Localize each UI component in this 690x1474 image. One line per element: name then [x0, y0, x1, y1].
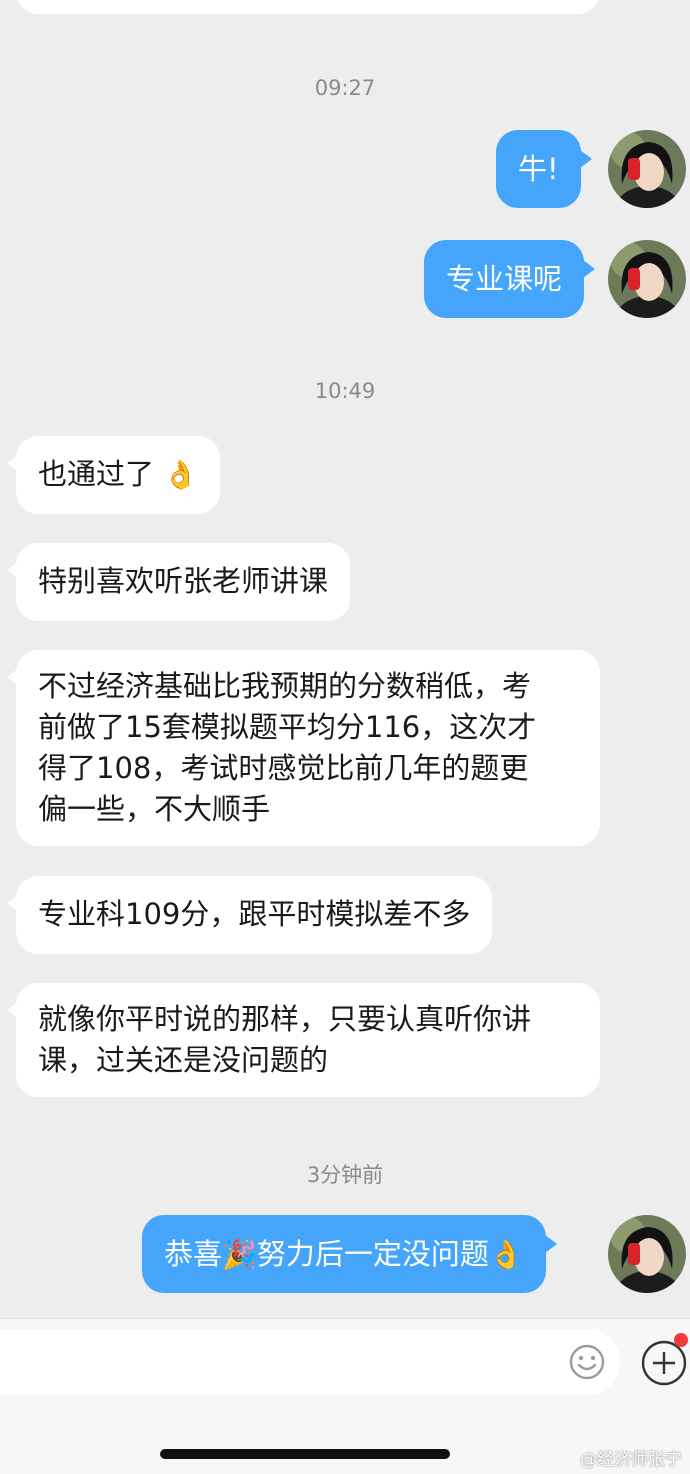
- message-text: 特别喜欢听张老师讲课: [38, 564, 329, 598]
- watermark: @经济师张宁: [580, 1450, 682, 1470]
- incoming-message[interactable]: 不过经济基础比我预期的分数稍低，考 前做了15套模拟题平均分116，这次才 得了…: [7, 650, 600, 846]
- message-line: 得了108，考试时感觉比前几年的题更: [38, 751, 529, 785]
- message-line: 课，过关还是没问题的: [38, 1043, 329, 1077]
- incoming-message[interactable]: 也通过了 👌: [6, 436, 221, 514]
- message-bubble-partial: [16, 0, 600, 14]
- input-bar: @经济师张宁: [0, 1318, 690, 1474]
- message-text: 牛!: [518, 152, 559, 186]
- outgoing-message[interactable]: 牛!: [496, 130, 592, 208]
- message-text: 努力后一定没问题: [256, 1237, 489, 1271]
- timestamp: 3分钟前: [306, 1163, 384, 1187]
- party-popper-emoji: 🎉: [222, 1238, 257, 1271]
- notification-badge: [674, 1333, 688, 1347]
- avatar[interactable]: [608, 1215, 686, 1293]
- message-text: 专业课呢: [446, 262, 563, 296]
- timestamp: 09:27: [314, 76, 376, 100]
- incoming-message[interactable]: 就像你平时说的那样，只要认真听你讲 课，过关还是没问题的: [7, 983, 600, 1097]
- smiley-face-icon[interactable]: [568, 1343, 606, 1381]
- message-line: 前做了15套模拟题平均分116，这次才: [38, 710, 537, 744]
- avatar[interactable]: [608, 130, 686, 208]
- incoming-message[interactable]: 特别喜欢听张老师讲课: [6, 543, 351, 621]
- chat-area: 09:27 牛! 专业课呢 10:49 也通过了 👌 特别喜欢听张老师讲课 不过…: [0, 0, 690, 1318]
- message-line: 就像你平时说的那样，只要认真听你讲: [38, 1002, 532, 1036]
- ok-hand-emoji: 👌: [163, 458, 199, 491]
- message-text: 专业科109分，跟平时模拟差不多: [38, 897, 471, 931]
- message-text: 恭喜: [164, 1237, 223, 1271]
- outgoing-message[interactable]: 恭喜🎉努力后一定没问题👌: [142, 1215, 557, 1293]
- outgoing-message[interactable]: 专业课呢: [424, 240, 596, 318]
- home-indicator: [160, 1449, 450, 1459]
- incoming-message[interactable]: 专业科109分，跟平时模拟差不多: [6, 876, 493, 954]
- ok-hand-emoji: 👌: [488, 1238, 524, 1271]
- avatar[interactable]: [608, 240, 686, 318]
- message-input[interactable]: [0, 1329, 620, 1395]
- message-line: 偏一些，不大顺手: [38, 792, 271, 826]
- message-line: 不过经济基础比我预期的分数稍低，考: [38, 669, 532, 703]
- timestamp: 10:49: [314, 379, 376, 403]
- message-text: 也通过了: [38, 457, 155, 491]
